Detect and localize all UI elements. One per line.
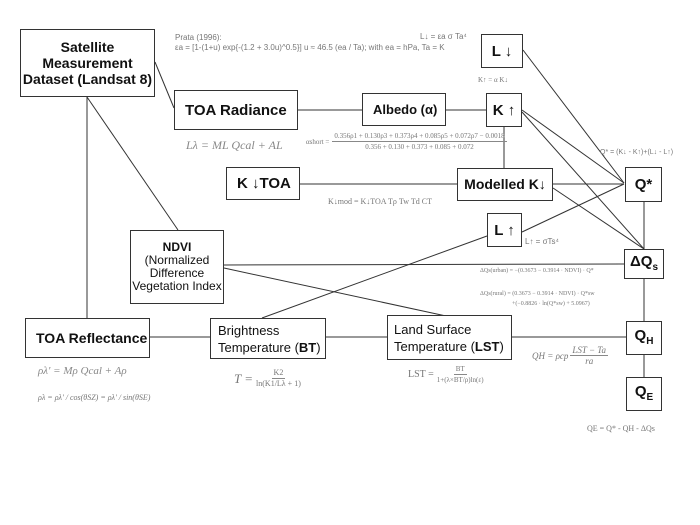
l-up-label: L ↑ — [494, 221, 515, 239]
ndvi-line3: Vegetation Index — [132, 279, 222, 293]
dqs-rural-equation-2: +(−0.8826 · ln(Q*sw) + 5.0967) — [512, 301, 590, 307]
line-lup-bt — [261, 235, 488, 319]
q-h-label: Q — [634, 326, 647, 344]
bt-line2-suffix: ) — [316, 339, 321, 355]
qe-equation: QE = Q* - QH - ΔQs — [587, 424, 655, 433]
node-l-down: L ↓ — [481, 34, 523, 68]
bt-equation: T = K2 ln(K1/Lλ + 1) — [234, 368, 301, 389]
satellite-line3: Dataset (Landsat 8) — [22, 71, 153, 87]
node-l-up: L ↑ — [487, 213, 522, 247]
q-star-equation: Q* = (K↓ - K↑)+(L↓ - L↑) — [600, 149, 674, 156]
line-l-down-qstar — [522, 49, 625, 184]
satellite-line1: Satellite — [60, 39, 115, 55]
delta-qs-label: ΔQ — [629, 252, 653, 270]
toa-radiance-equation: Lλ = ML Qcal + AL — [186, 138, 283, 152]
bt-eq-den: ln(K1/Lλ + 1) — [256, 379, 301, 388]
albedo-equation: αshort = 0.356ρ1 + 0.130ρ3 + 0.373ρ4 + 0… — [306, 131, 507, 152]
line-satellite-ndvi — [86, 96, 179, 231]
node-q-star: Q* — [625, 167, 662, 202]
modelled-k-down-label: Modelled K↓ — [464, 176, 546, 192]
toa-reflectance-label: TOA Reflectance — [36, 329, 148, 346]
albedo-eq-num: 0.356ρ1 + 0.130ρ3 + 0.373ρ4 + 0.085ρ5 + … — [332, 132, 507, 142]
k-mod-equation: K↓mod = K↓TOA Tρ Tw Td CT — [328, 197, 432, 206]
toa-reflectance-equation-1: ρλ' = Mρ Qcal + Aρ — [38, 365, 127, 377]
node-satellite-dataset: Satellite Measurement Dataset (Landsat 8… — [20, 29, 155, 97]
dqs-urban-equation: ΔQs(urban) = −(0.3673 − 0.3914 · NDVI) ·… — [480, 268, 594, 274]
lst-line2-bold: LST — [474, 338, 500, 354]
qh-eq-num: LST − Ta — [570, 345, 608, 356]
toa-reflectance-equation-2: ρλ = ρλ' / cos(θSZ) = ρλ' / sin(θSE) — [38, 393, 151, 402]
qh-eq-lhs: QH = ρcp — [532, 350, 569, 361]
q-star-label: Q* — [634, 176, 653, 193]
node-modelled-k-down: Modelled K↓ — [457, 168, 553, 201]
satellite-line2: Measurement — [42, 55, 133, 71]
lst-eq-num: BT — [453, 365, 467, 375]
node-k-up: K ↑ — [486, 93, 522, 127]
node-land-surface-temperature: Land Surface Temperature (LST) — [387, 315, 512, 360]
node-ndvi: NDVI (Normalized Difference Vegetation I… — [130, 230, 224, 304]
node-toa-reflectance: TOA Reflectance — [25, 318, 150, 358]
lst-eq-den: 1+(λ×BT/ρ)ln(ε) — [436, 376, 484, 384]
qh-eq-den: ra — [585, 356, 594, 366]
l-down-label: L ↓ — [491, 42, 513, 60]
prata-equation: εa = [1-(1+u) exp{-(1.2 + 3.0u)^0.5}] u … — [175, 43, 445, 52]
node-q-h: QH — [626, 321, 662, 355]
q-e-subscript: E — [646, 391, 654, 403]
bt-eq-num: K2 — [271, 368, 286, 379]
k-down-toa-label: K ↓TOA — [237, 175, 291, 192]
flow-diagram: Satellite Measurement Dataset (Landsat 8… — [0, 0, 700, 525]
node-k-down-toa: K ↓TOA — [226, 167, 300, 200]
node-toa-radiance: TOA Radiance — [174, 90, 298, 130]
line-ndvi-lst — [223, 267, 447, 317]
lst-line1: Land Surface — [394, 321, 472, 337]
lst-equation: LST = BT 1+(λ×BT/ρ)ln(ε) — [408, 364, 484, 385]
l-down-equation: L↓ = εa σ Ta⁴ — [420, 32, 467, 41]
lst-line2-suffix: ) — [499, 338, 504, 354]
albedo-label: Albedo (α) — [373, 102, 438, 117]
q-h-subscript: H — [646, 335, 654, 347]
k-up-label: K ↑ — [492, 101, 516, 119]
q-e-label: Q — [634, 382, 647, 400]
toa-radiance-label: TOA Radiance — [185, 101, 287, 119]
qh-equation: QH = ρcp LST − Ta ra — [532, 345, 608, 366]
lst-line2-prefix: Temperature ( — [394, 338, 475, 354]
bt-line2-bold: BT — [298, 339, 317, 355]
node-q-e: QE — [626, 377, 662, 411]
lst-eq-lhs: LST = — [408, 368, 434, 380]
node-brightness-temperature: Brightness Temperature (BT) — [210, 318, 326, 359]
prata-title: Prata (1996): — [175, 33, 222, 42]
bt-line2-prefix: Temperature ( — [218, 339, 299, 355]
node-delta-qs: ΔQs — [624, 249, 664, 279]
delta-qs-subscript: s — [652, 261, 658, 273]
node-albedo: Albedo (α) — [362, 93, 446, 126]
k-up-equation: K↑ = α K↓ — [478, 76, 508, 84]
albedo-eq-lhs: αshort = — [306, 137, 330, 146]
dqs-rural-equation-1: ΔQs(rural) = (0.3673 − 0.3914 · NDVI) · … — [480, 291, 595, 297]
albedo-eq-den: 0.356 + 0.130 + 0.373 + 0.085 + 0.072 — [365, 143, 474, 151]
l-up-equation: L↑ = σTs⁴ — [525, 237, 559, 246]
bt-eq-lhs: T = — [234, 370, 254, 386]
line-satellite-toa-radiance — [154, 61, 175, 109]
line-ndvi-dqs — [223, 263, 625, 266]
bt-line1: Brightness — [218, 322, 280, 338]
